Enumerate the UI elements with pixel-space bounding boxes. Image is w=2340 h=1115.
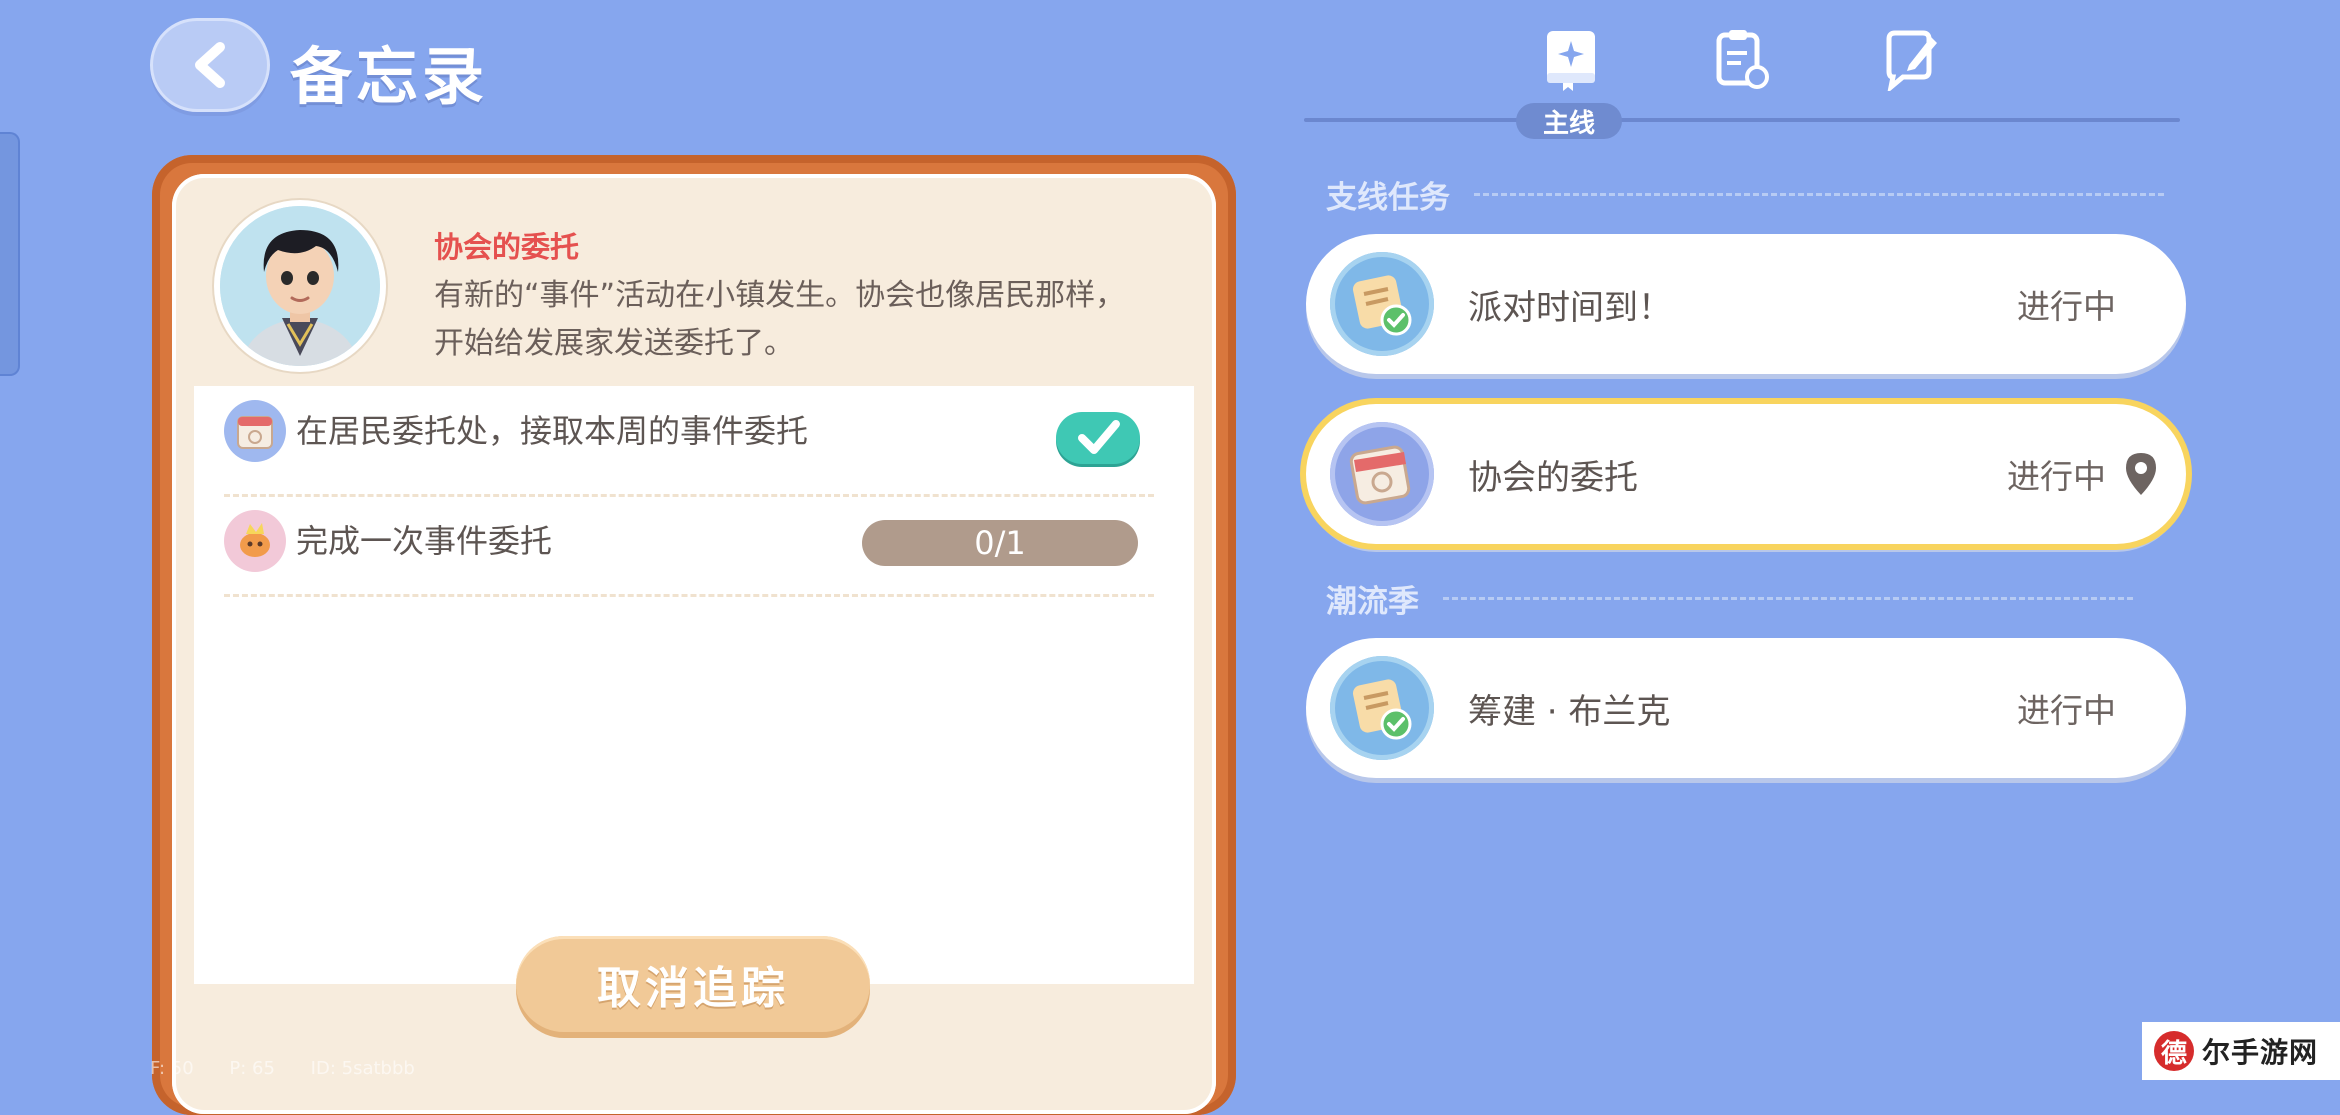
watermark-text: 尔手游网 [2202,1036,2319,1069]
section-divider [1474,193,2164,196]
objective-text: 在居民委托处，接取本周的事件委托 [296,412,809,450]
quest-item[interactable]: 筹建 · 布兰克 进行中 [1306,638,2186,778]
objective-text: 完成一次事件委托 [296,522,553,560]
tab-main-quest-label: 主线 [1516,103,1622,139]
chevron-left-icon [195,42,225,88]
cancel-tracking-button[interactable]: 取消追踪 [516,936,870,1032]
calendar-icon [224,400,286,462]
clipboard-refresh-icon [1716,30,1769,89]
npc-avatar [214,200,386,372]
debug-f: F: 50 [150,1058,194,1079]
watermark-logo: 德 [2154,1031,2194,1071]
event-creature-icon [224,510,286,572]
quest-book-check-icon [1330,656,1434,760]
section-header-side-quests: 支线任务 [1326,172,2164,217]
quest-item[interactable]: 派对时间到！ 进行中 [1306,234,2186,374]
back-button[interactable] [150,18,270,112]
section-divider [1443,597,2133,600]
location-pin-icon [2126,453,2156,495]
quest-name: 协会的委托 [1468,457,1638,498]
quest-status: 进行中 [2007,457,2106,496]
objective-item: 在居民委托处，接取本周的事件委托 [224,400,1164,462]
quest-calendar-icon [1330,422,1434,526]
quest-book-check-icon [1330,252,1434,356]
site-watermark: 德 尔手游网 [2142,1022,2340,1080]
quest-description: 有新的“事件”活动在小镇发生。协会也像居民那样，开始给发展家发送委托了。 [434,278,1126,361]
completed-check-icon [1056,412,1140,464]
quest-title: 协会的委托 [434,230,580,264]
quest-item-tracked[interactable]: 协会的委托 进行中 [1306,404,2186,544]
divider [224,494,1154,497]
debug-info: F: 50 P: 65 ID: 5satbbb [150,1058,445,1079]
quest-name: 筹建 · 布兰克 [1468,691,1671,732]
divider [224,594,1154,597]
objective-list: 在居民委托处，接取本周的事件委托 完成一次事件委托 0/1 [194,386,1194,984]
debug-p: P: 65 [229,1058,275,1079]
section-title: 潮流季 [1326,584,1419,620]
star-book-icon [1547,31,1595,91]
section-title: 支线任务 [1326,180,1450,216]
section-header-trend-season: 潮流季 [1326,576,2133,621]
objective-progress: 0/1 [862,520,1138,566]
quest-status: 进行中 [2017,287,2116,326]
tab-daily[interactable] [1706,24,1776,94]
side-drawer-handle[interactable] [0,132,20,376]
tab-main-quest[interactable] [1536,24,1606,94]
tab-underline [1304,118,2180,122]
quest-name: 派对时间到！ [1468,287,1672,328]
pen-note-icon [1886,30,1937,91]
page-title: 备忘录 [290,40,489,113]
tab-notes[interactable] [1876,24,1946,94]
debug-id: ID: 5satbbb [310,1058,415,1079]
quest-status: 进行中 [2017,691,2116,730]
